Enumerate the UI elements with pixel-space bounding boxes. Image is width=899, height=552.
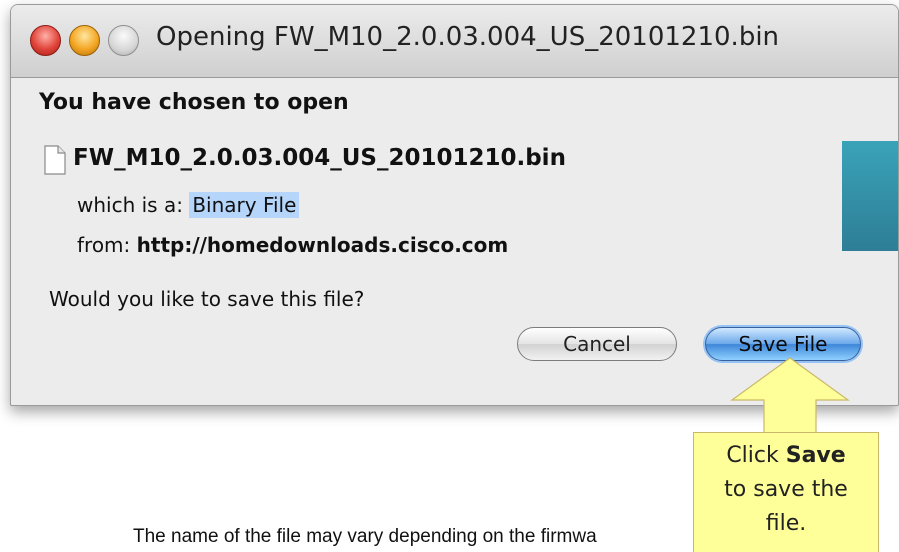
file-type-value: Binary File [189,192,300,218]
save-file-dialog: Opening FW_M10_2.0.03.004_US_20101210.bi… [10,4,899,406]
callout-line-2: to save the [724,477,848,502]
callout-arrow-icon [730,357,850,436]
window-title: Opening FW_M10_2.0.03.004_US_20101210.bi… [156,22,780,52]
background-window-edge [842,141,898,251]
callout-line-3: file. [765,511,807,536]
zoom-window-icon[interactable] [108,25,139,56]
file-name: FW_M10_2.0.03.004_US_20101210.bin [73,145,566,171]
file-source-row: from: http://homedownloads.cisco.com [77,233,508,257]
document-icon [44,145,66,175]
title-bar[interactable]: Opening FW_M10_2.0.03.004_US_20101210.bi… [11,5,898,78]
minimize-window-icon[interactable] [69,25,100,56]
instruction-callout: Click Save to save the file. [693,432,879,552]
file-type-row: which is a: Binary File [77,192,300,218]
save-prompt: Would you like to save this file? [49,287,365,311]
callout-click-text: Click [726,443,786,468]
cancel-button[interactable]: Cancel [517,327,677,361]
file-source-label: from: [77,233,131,257]
file-source-url: http://homedownloads.cisco.com [136,233,509,257]
close-window-icon[interactable] [30,25,61,56]
file-type-label: which is a: [77,193,183,217]
callout-save-word: Save [785,443,846,468]
footnote-text: The name of the file may vary depending … [133,526,597,547]
dialog-heading: You have chosen to open [39,90,349,115]
callout-line-1: Click Save [694,439,878,473]
